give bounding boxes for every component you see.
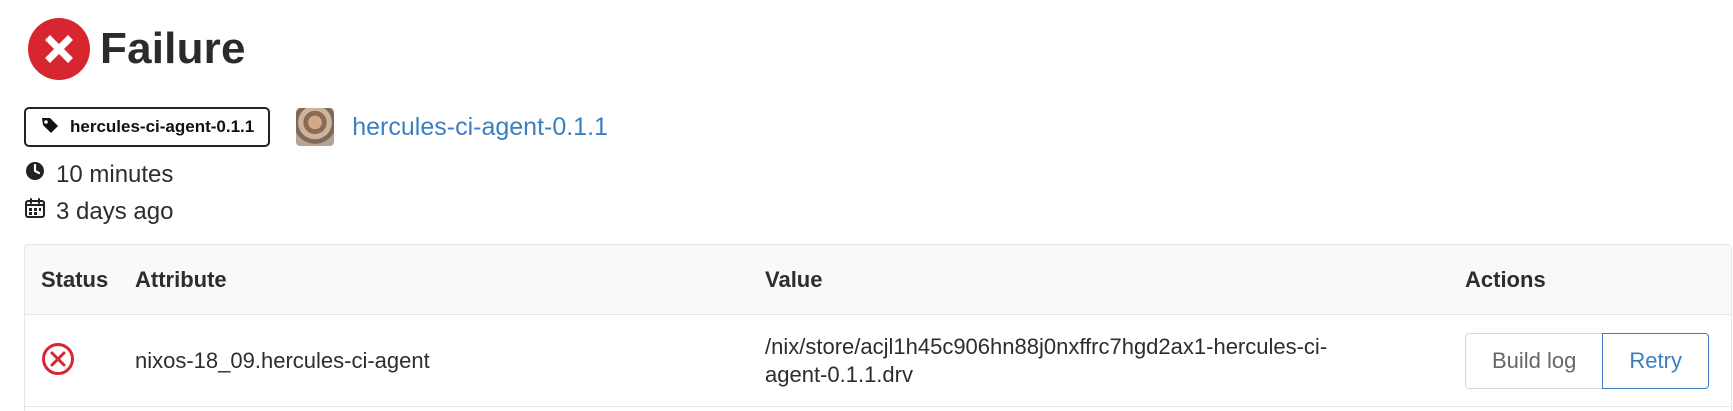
retry-button[interactable]: Retry bbox=[1602, 333, 1709, 389]
clock-icon bbox=[24, 160, 46, 189]
value-cell: /nix/store/acjl1h45c906hn88j0nxffrc7hgd2… bbox=[765, 334, 1328, 387]
column-header-attribute: Attribute bbox=[135, 267, 227, 292]
attribute-cell: nixos-18_09.hercules-ci-agent bbox=[135, 348, 430, 373]
table-header: Status Attribute Value Actions bbox=[25, 245, 1731, 315]
column-header-value: Value bbox=[765, 267, 823, 292]
page-header: Failure bbox=[28, 18, 246, 80]
tag-and-commit-row: hercules-ci-agent-0.1.1 hercules-ci-agen… bbox=[24, 107, 608, 147]
x-circle-outline-icon bbox=[41, 342, 75, 381]
tag-icon bbox=[40, 115, 60, 140]
page: Failure hercules-ci-agent-0.1.1 hercules… bbox=[0, 0, 1733, 411]
column-header-actions: Actions bbox=[1465, 267, 1546, 292]
created-row: 3 days ago bbox=[24, 197, 173, 226]
tag-label: hercules-ci-agent-0.1.1 bbox=[70, 117, 255, 136]
git-tag-badge[interactable]: hercules-ci-agent-0.1.1 bbox=[24, 107, 271, 147]
page-title: Failure bbox=[100, 24, 246, 73]
avatar bbox=[296, 108, 335, 146]
build-log-button[interactable]: Build log bbox=[1465, 333, 1604, 389]
created-text: 3 days ago bbox=[56, 197, 174, 225]
failure-status-icon bbox=[28, 18, 90, 80]
column-header-status: Status bbox=[41, 267, 109, 292]
table-row: nixos-18_09.hercules-ci-agent /nix/store… bbox=[25, 315, 1731, 407]
calendar-icon bbox=[24, 197, 46, 226]
duration-text: 10 minutes bbox=[56, 160, 174, 188]
actions-cell: Build log Retry bbox=[1465, 333, 1709, 389]
commit-link[interactable]: hercules-ci-agent-0.1.1 bbox=[296, 108, 608, 146]
results-table: Status Attribute Value Actions nixos-18_… bbox=[24, 244, 1732, 411]
commit-label-link[interactable]: hercules-ci-agent-0.1.1 bbox=[352, 113, 608, 142]
duration-row: 10 minutes bbox=[24, 160, 173, 189]
